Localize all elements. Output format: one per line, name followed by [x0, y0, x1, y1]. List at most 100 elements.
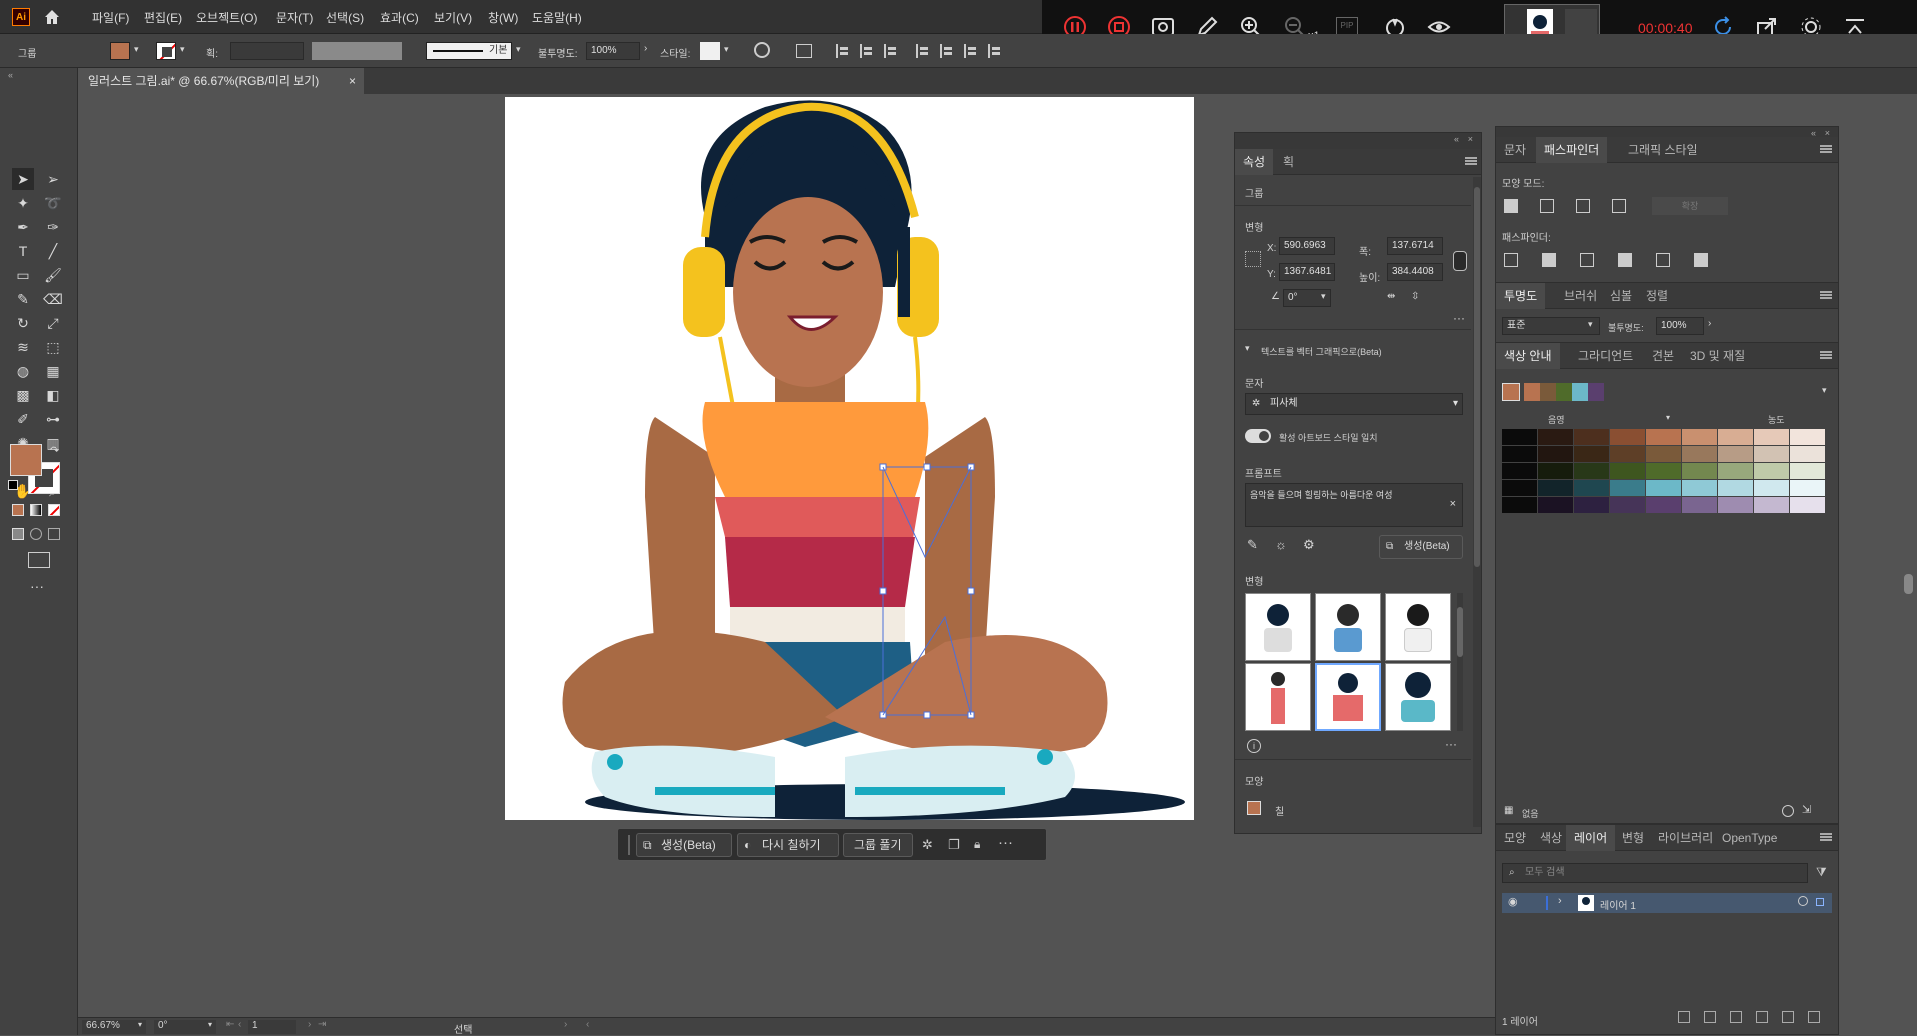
color-variation-swatch[interactable]: [1790, 429, 1825, 445]
direct-selection-tool-icon[interactable]: ➢: [42, 168, 64, 190]
selection-tool-icon[interactable]: ➤: [12, 168, 34, 190]
collapse-icon[interactable]: «: [1454, 134, 1459, 144]
color-variation-swatch[interactable]: [1502, 497, 1537, 513]
chevron-right-icon[interactable]: ›: [644, 43, 647, 54]
draw-behind-icon[interactable]: [30, 528, 42, 540]
home-icon[interactable]: [42, 7, 62, 27]
eye-icon[interactable]: ◉: [1508, 895, 1518, 908]
curvature-tool-icon[interactable]: ✑: [42, 216, 64, 238]
ungroup-button[interactable]: 그룹 풀기: [843, 833, 913, 857]
exclude-icon[interactable]: [1612, 199, 1626, 213]
shape-builder-icon[interactable]: ◍: [12, 360, 34, 382]
free-transform-icon[interactable]: ⬚: [42, 336, 64, 358]
tab-transparency[interactable]: 투명도: [1496, 283, 1546, 309]
export-icon[interactable]: [1678, 1011, 1690, 1023]
blend-mode-dropdown[interactable]: 표준: [1502, 317, 1600, 335]
close-icon[interactable]: ×: [349, 68, 356, 94]
save-swatches-icon[interactable]: ⇲: [1802, 803, 1811, 816]
minus-back-icon[interactable]: [1694, 253, 1708, 267]
last-page-icon[interactable]: ⇥: [318, 1019, 326, 1030]
harmony-color-swatch[interactable]: [1572, 383, 1588, 401]
color-variation-swatch[interactable]: [1502, 463, 1537, 479]
artboard[interactable]: [505, 97, 1194, 820]
stroke-swatch[interactable]: [156, 42, 176, 60]
color-variation-swatch[interactable]: [1646, 429, 1681, 445]
color-variation-swatch[interactable]: [1682, 497, 1717, 513]
chevron-right-icon[interactable]: ›: [1558, 895, 1562, 907]
unite-icon[interactable]: [1504, 199, 1518, 213]
panel-menu-icon[interactable]: [1820, 145, 1832, 153]
tab-3d-materials[interactable]: 3D 및 재질: [1682, 343, 1753, 369]
trim-icon[interactable]: [1542, 253, 1556, 267]
more-options-icon[interactable]: ···: [1445, 737, 1457, 751]
close-icon[interactable]: ×: [1468, 134, 1473, 144]
intersect-icon[interactable]: [1576, 199, 1590, 213]
tab-symbols[interactable]: 심볼: [1602, 283, 1640, 309]
flip-vertical-icon[interactable]: ⇳: [1411, 291, 1419, 302]
variation-thumbnail[interactable]: [1315, 663, 1381, 731]
blend-tool-icon[interactable]: ⊶: [42, 408, 64, 430]
lasso-icon[interactable]: ➰: [42, 192, 64, 214]
color-variation-swatch[interactable]: [1790, 497, 1825, 513]
draw-normal-icon[interactable]: [12, 528, 24, 540]
rectangle-tool-icon[interactable]: ▭: [12, 264, 34, 286]
outline-icon[interactable]: [1656, 253, 1670, 267]
match-style-toggle[interactable]: [1245, 429, 1271, 443]
panel-menu-icon[interactable]: [1820, 833, 1832, 841]
more-options-icon[interactable]: ···: [998, 834, 1013, 851]
color-variation-swatch[interactable]: [1790, 463, 1825, 479]
color-variation-swatch[interactable]: [1538, 429, 1573, 445]
type-dropdown[interactable]: ✲ 피사체 ▾: [1245, 393, 1463, 415]
menu-item[interactable]: 편집(E): [144, 9, 182, 26]
chevron-down-icon[interactable]: ▾: [208, 1020, 212, 1029]
pip-button[interactable]: PIP: [1336, 17, 1358, 35]
generate-beta-button[interactable]: ⧉ 생성(Beta): [636, 833, 732, 857]
color-variation-swatch[interactable]: [1574, 463, 1609, 479]
panel-menu-icon[interactable]: [1820, 291, 1832, 299]
rotate-tool-icon[interactable]: ↻: [12, 312, 34, 334]
scrollbar[interactable]: [1473, 177, 1481, 827]
color-variation-swatch[interactable]: [1502, 429, 1537, 445]
width-field[interactable]: 137.6714: [1387, 237, 1443, 255]
crop-icon[interactable]: [1618, 253, 1632, 267]
edit-colors-icon[interactable]: [1782, 805, 1794, 817]
menu-item[interactable]: 파일(F): [92, 9, 129, 26]
tab-character[interactable]: 문자: [1496, 137, 1534, 163]
more-tools-icon[interactable]: ···: [30, 578, 44, 594]
gradient-tool-icon[interactable]: ◧: [42, 384, 64, 406]
shaper-tool-icon[interactable]: ✎: [12, 288, 34, 310]
tab-color-guide[interactable]: 색상 안내: [1496, 343, 1560, 369]
x-field[interactable]: 590.6963: [1279, 237, 1335, 255]
color-variation-swatch[interactable]: [1646, 480, 1681, 496]
color-variation-swatch[interactable]: [1610, 463, 1645, 479]
delete-icon[interactable]: [1808, 1011, 1820, 1023]
pattern-icon[interactable]: ✲: [922, 837, 933, 853]
menu-item[interactable]: 문자(T): [276, 9, 313, 26]
color-variation-swatch[interactable]: [1610, 480, 1645, 496]
color-variation-swatch[interactable]: [1682, 463, 1717, 479]
color-variation-swatch[interactable]: [1682, 446, 1717, 462]
collapse-icon[interactable]: «: [8, 70, 13, 80]
chevron-down-icon[interactable]: ▾: [724, 44, 729, 55]
eyedropper-icon[interactable]: ✐: [12, 408, 34, 430]
color-variation-swatch[interactable]: [1754, 463, 1789, 479]
color-variation-swatch[interactable]: [1610, 429, 1645, 445]
pen-tool-icon[interactable]: ✒: [12, 216, 34, 238]
color-variation-swatch[interactable]: [1754, 446, 1789, 462]
color-variation-swatch[interactable]: [1610, 446, 1645, 462]
recolor-button[interactable]: ◐ 다시 칠하기: [737, 833, 839, 857]
variation-thumbnail[interactable]: [1245, 593, 1311, 661]
clear-icon[interactable]: ×: [1450, 498, 1456, 510]
align-top-icon[interactable]: [916, 44, 930, 58]
fill-swatch[interactable]: [1247, 801, 1261, 815]
selection-indicator[interactable]: [1816, 898, 1824, 906]
tab-brushes[interactable]: 브러쉬: [1556, 283, 1605, 309]
height-field[interactable]: 384.4408: [1387, 263, 1443, 281]
color-variation-swatch[interactable]: [1718, 429, 1753, 445]
flip-horizontal-icon[interactable]: ⇹: [1387, 291, 1395, 302]
tab-graphic-styles[interactable]: 그래픽 스타일: [1620, 137, 1706, 163]
panel-menu-icon[interactable]: [1820, 351, 1832, 359]
graphic-style-swatch[interactable]: [700, 42, 720, 60]
color-variation-swatch[interactable]: [1754, 497, 1789, 513]
y-field[interactable]: 1367.6481: [1279, 263, 1335, 281]
